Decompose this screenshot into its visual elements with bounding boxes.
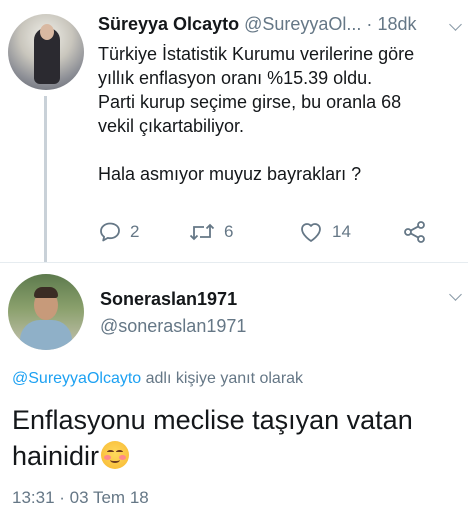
avatar-sureyya[interactable] bbox=[8, 14, 84, 90]
retweet-icon bbox=[189, 223, 215, 241]
tweet-actions: 2 6 14 bbox=[98, 218, 438, 246]
tweet-original: Süreyya Olcayto @SureyyaOl... · 18dk Tür… bbox=[0, 0, 468, 262]
reply-count: 2 bbox=[130, 222, 140, 241]
display-name[interactable]: Süreyya Olcayto bbox=[98, 14, 239, 34]
tweet-text-line: Hala asmıyor muyuz bayrakları ? bbox=[98, 164, 362, 184]
avatar-soneraslan[interactable] bbox=[8, 274, 84, 350]
chevron-down-icon[interactable] bbox=[449, 288, 462, 301]
avatar-shirt bbox=[20, 320, 72, 350]
retweet-count: 6 bbox=[224, 222, 234, 241]
tweet-text-line: yıllık enflasyon oranı %15.39 oldu. bbox=[98, 68, 373, 88]
tweet-text-line: vekil çıkartabiliyor. bbox=[98, 116, 245, 136]
user-handle[interactable]: @soneraslan1971 bbox=[100, 316, 246, 337]
share-icon bbox=[404, 221, 425, 243]
tweet-divider bbox=[0, 262, 468, 263]
reply-text-line: Enflasyonu meclise taşıyan vatan bbox=[12, 405, 413, 435]
smiling-face-with-blush-icon bbox=[101, 441, 130, 469]
tweet-text: Türkiye İstatistik Kurumu verilerine gör… bbox=[98, 42, 460, 186]
display-name[interactable]: Soneraslan1971 bbox=[100, 289, 237, 310]
reply-tweet-text: Enflasyonu meclise taşıyan vatan hainidi… bbox=[12, 402, 462, 474]
user-handle[interactable]: @SureyyaOl... bbox=[244, 14, 361, 34]
replying-to-label: @SureyyaOlcayto adlı kişiye yanıt olarak bbox=[12, 370, 303, 388]
tweet-time[interactable]: 18dk bbox=[377, 14, 416, 34]
avatar-face bbox=[40, 24, 54, 40]
avatar-hair bbox=[34, 287, 58, 298]
replying-to-link[interactable]: @SureyyaOlcayto bbox=[12, 370, 141, 387]
separator-dot: · bbox=[366, 14, 373, 34]
tweet-text-line: Parti kurup seçime girse, bu oranla 68 bbox=[98, 92, 402, 112]
tweet-header: Süreyya Olcayto @SureyyaOl... · 18dk bbox=[98, 14, 460, 35]
reply-icon bbox=[100, 222, 120, 242]
like-count: 14 bbox=[332, 222, 351, 241]
reply-text-line2: hainidir bbox=[12, 438, 462, 474]
tweet-timestamp[interactable]: 13:31 · 03 Tem 18 bbox=[12, 488, 149, 508]
retweet-button[interactable]: 6 bbox=[188, 218, 233, 246]
share-button[interactable] bbox=[402, 218, 428, 246]
like-button[interactable]: 14 bbox=[298, 218, 351, 246]
reply-text-word: hainidir bbox=[12, 441, 100, 471]
replying-to-suffix: adlı kişiye yanıt olarak bbox=[141, 370, 304, 387]
thread-connector-line bbox=[44, 96, 47, 262]
heart-icon bbox=[301, 223, 321, 242]
reply-button[interactable]: 2 bbox=[98, 218, 139, 246]
tweet-text-line: Türkiye İstatistik Kurumu verilerine gör… bbox=[98, 44, 415, 64]
